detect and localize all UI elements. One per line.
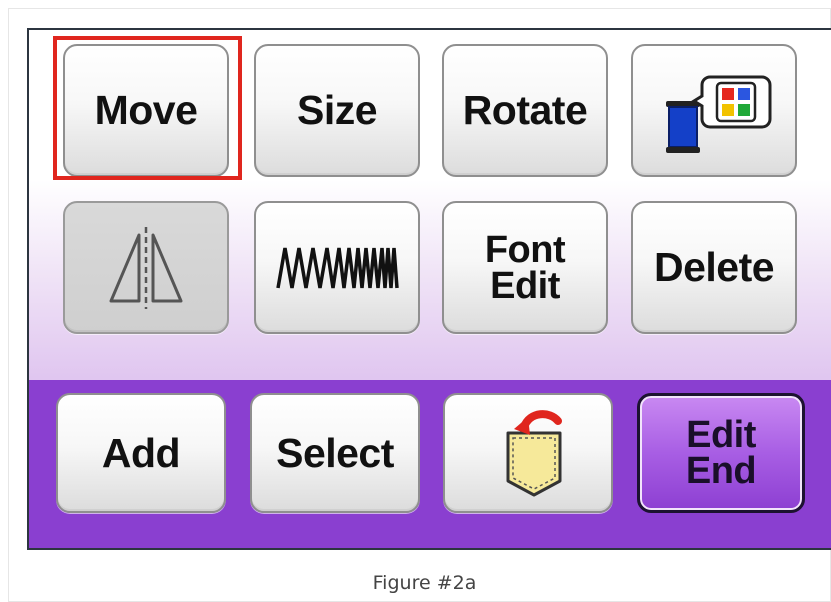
zigzag-stitch-density-icon	[276, 247, 399, 288]
size-button[interactable]: Size	[254, 44, 420, 177]
embroidery-edit-panel: Move Size Rotate Font Edit Delete Add Se…	[27, 28, 831, 550]
delete-label: Delete	[653, 244, 775, 290]
add-label: Add	[101, 429, 181, 476]
figure-caption: Figure #2a	[372, 572, 477, 594]
thread-spool-color-palette-icon	[666, 75, 772, 153]
font-edit-button[interactable]: Font Edit	[442, 201, 608, 334]
thread-color-button[interactable]	[631, 44, 797, 177]
size-label: Size	[296, 87, 378, 133]
pocket-button[interactable]	[443, 393, 613, 513]
delete-button[interactable]: Delete	[631, 201, 797, 334]
select-label: Select	[276, 429, 394, 476]
pocket-memory-icon	[506, 410, 562, 497]
font-edit-label: Font Edit	[484, 228, 566, 307]
rotate-label: Rotate	[462, 87, 588, 133]
mirror-flip-icon	[109, 226, 183, 309]
move-button[interactable]: Move	[63, 44, 229, 177]
density-button[interactable]	[254, 201, 420, 334]
figure-frame: Move Size Rotate Font Edit Delete Add Se…	[8, 8, 831, 602]
edit-end-label: Edit End	[685, 414, 757, 492]
mirror-button[interactable]	[63, 201, 229, 334]
edit-end-button[interactable]: Edit End	[637, 393, 805, 513]
move-label: Move	[94, 87, 198, 133]
add-button[interactable]: Add	[56, 393, 226, 513]
select-button[interactable]: Select	[250, 393, 420, 513]
rotate-button[interactable]: Rotate	[442, 44, 608, 177]
